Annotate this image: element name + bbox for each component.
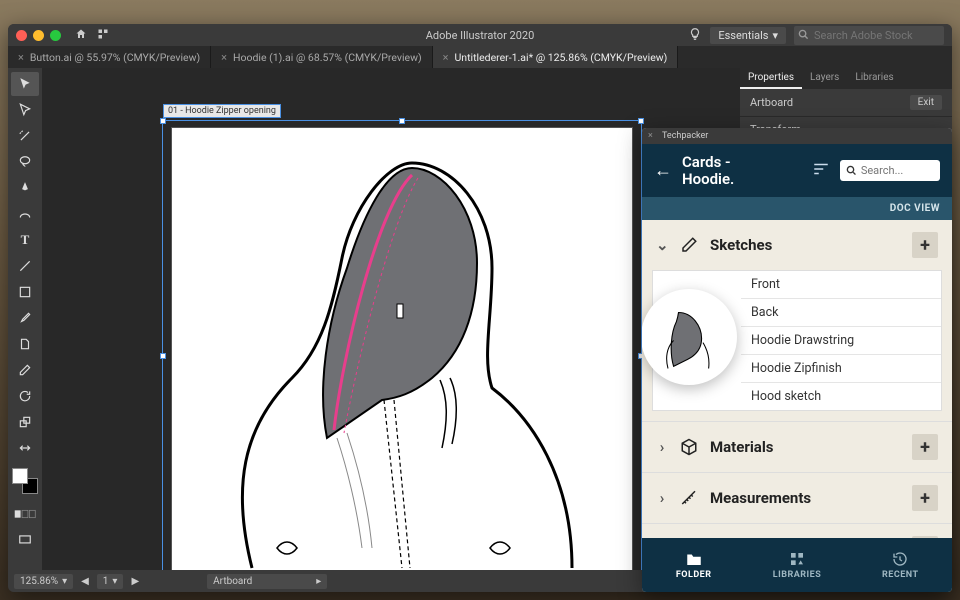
rotate-tool[interactable] xyxy=(11,384,39,408)
nav-recent[interactable]: RECENT xyxy=(849,538,952,592)
close-icon[interactable]: × xyxy=(648,131,658,141)
drag-preview-thumb[interactable] xyxy=(642,289,737,385)
selection-tool[interactable] xyxy=(11,72,39,96)
stock-search-input[interactable] xyxy=(794,26,944,45)
properties-section-label: Artboard xyxy=(750,96,793,109)
lasso-tool[interactable] xyxy=(11,150,39,174)
cube-icon xyxy=(680,438,698,456)
direct-selection-tool[interactable] xyxy=(11,98,39,122)
document-tabs: ×Button.ai @ 55.97% (CMYK/Preview) ×Hood… xyxy=(8,46,952,68)
resize-handle[interactable] xyxy=(638,118,644,124)
pencil-icon xyxy=(680,236,698,254)
draw-mode[interactable] xyxy=(11,502,39,526)
add-measurement-button[interactable]: + xyxy=(912,485,938,511)
file-tab[interactable]: ×Button.ai @ 55.97% (CMYK/Preview) xyxy=(8,46,211,68)
home-icon[interactable] xyxy=(75,28,87,43)
type-tool[interactable]: T xyxy=(11,228,39,252)
artboard-next[interactable]: ▶ xyxy=(131,576,139,587)
chevron-right-icon: › xyxy=(656,489,668,507)
eraser-tool[interactable] xyxy=(11,358,39,382)
window-controls xyxy=(16,30,61,41)
width-tool[interactable] xyxy=(11,436,39,460)
close-icon[interactable]: × xyxy=(221,51,227,64)
artboard-name-input[interactable]: 01 - Hoodie Zipper opening xyxy=(163,104,281,118)
resize-handle[interactable] xyxy=(160,353,166,359)
sketches-list: Front Back Hoodie Drawstring Hoodie Zipf… xyxy=(652,270,942,411)
list-item[interactable]: Hoodie Drawstring xyxy=(741,327,941,355)
arrange-icon[interactable] xyxy=(97,28,109,43)
artboard-nav-dropdown[interactable]: Artboard▸ xyxy=(207,574,327,589)
close-icon[interactable]: × xyxy=(443,51,449,64)
nav-libraries[interactable]: LIBRARIES xyxy=(745,538,848,592)
minimize-window[interactable] xyxy=(33,30,44,41)
titlebar: Adobe Illustrator 2020 Essentials▾ xyxy=(8,24,952,46)
canvas[interactable]: 01 - Hoodie Zipper opening xyxy=(42,68,740,570)
scale-tool[interactable] xyxy=(11,410,39,434)
list-item[interactable]: Back xyxy=(741,299,941,327)
section-materials[interactable]: › Materials + xyxy=(642,422,952,472)
magic-wand-tool[interactable] xyxy=(11,124,39,148)
sort-icon[interactable] xyxy=(812,161,830,180)
screen-mode[interactable] xyxy=(11,528,39,552)
folder-icon xyxy=(685,551,703,567)
search-field[interactable] xyxy=(840,160,940,181)
chevron-right-icon: › xyxy=(656,438,668,456)
close-window[interactable] xyxy=(16,30,27,41)
tab-libraries[interactable]: Libraries xyxy=(847,68,901,89)
zoom-dropdown[interactable]: 125.86%▾ xyxy=(14,574,73,589)
artboard-number[interactable]: 1▾ xyxy=(97,574,124,589)
tab-layers[interactable]: Layers xyxy=(802,68,847,89)
selection-bounds[interactable]: 01 - Hoodie Zipper opening xyxy=(162,120,642,570)
color-swatches[interactable] xyxy=(12,468,38,494)
exit-button[interactable]: Exit xyxy=(910,95,942,110)
bottom-nav: FOLDER LIBRARIES RECENT xyxy=(642,538,952,592)
grid-icon xyxy=(788,551,806,567)
history-icon xyxy=(891,551,909,567)
ruler-icon xyxy=(680,489,698,507)
workspace-dropdown[interactable]: Essentials▾ xyxy=(710,27,786,44)
pen-tool[interactable] xyxy=(11,176,39,200)
nav-folder[interactable]: FOLDER xyxy=(642,538,745,592)
shaper-tool[interactable] xyxy=(11,332,39,356)
search-icon xyxy=(846,164,857,177)
fill-swatch[interactable] xyxy=(12,468,28,484)
doc-view-button[interactable]: DOC VIEW xyxy=(642,197,952,220)
macos-menubar xyxy=(0,0,960,24)
resize-handle[interactable] xyxy=(160,118,166,124)
resize-handle[interactable] xyxy=(399,118,405,124)
list-item[interactable]: Front xyxy=(741,271,941,299)
line-tool[interactable] xyxy=(11,254,39,278)
rectangle-tool[interactable] xyxy=(11,280,39,304)
techpacker-panel: ×Techpacker ← Cards - Hoodie. DOC VIEW ⌄… xyxy=(642,128,952,592)
artboard-prev[interactable]: ◀ xyxy=(81,576,89,587)
tab-properties[interactable]: Properties xyxy=(740,68,802,89)
lightbulb-icon[interactable] xyxy=(688,27,702,44)
panel-titlebar[interactable]: ×Techpacker xyxy=(642,128,952,144)
panel-title: Cards - Hoodie. xyxy=(682,154,802,187)
search-icon xyxy=(798,29,809,40)
list-item[interactable]: Hoodie Zipfinish xyxy=(741,355,941,383)
section-measurements[interactable]: › Measurements + xyxy=(642,473,952,523)
chevron-down-icon: ⌄ xyxy=(656,236,668,254)
file-tab[interactable]: ×Hoodie (1).ai @ 68.57% (CMYK/Preview) xyxy=(211,46,433,68)
section-pp-comments[interactable]: › PP comments + xyxy=(642,524,952,538)
file-tab[interactable]: ×Untitlederer-1.ai* @ 125.86% (CMYK/Prev… xyxy=(433,46,679,68)
paintbrush-tool[interactable] xyxy=(11,306,39,330)
section-sketches[interactable]: ⌄ Sketches + xyxy=(642,220,952,270)
add-material-button[interactable]: + xyxy=(912,434,938,460)
search-input[interactable] xyxy=(861,164,934,177)
tool-panel: T xyxy=(8,68,42,570)
close-icon[interactable]: × xyxy=(18,51,24,64)
curvature-tool[interactable] xyxy=(11,202,39,226)
list-item[interactable]: Hood sketch xyxy=(741,383,941,410)
back-button[interactable]: ← xyxy=(654,160,672,181)
zoom-window[interactable] xyxy=(50,30,61,41)
add-sketch-button[interactable]: + xyxy=(912,232,938,258)
